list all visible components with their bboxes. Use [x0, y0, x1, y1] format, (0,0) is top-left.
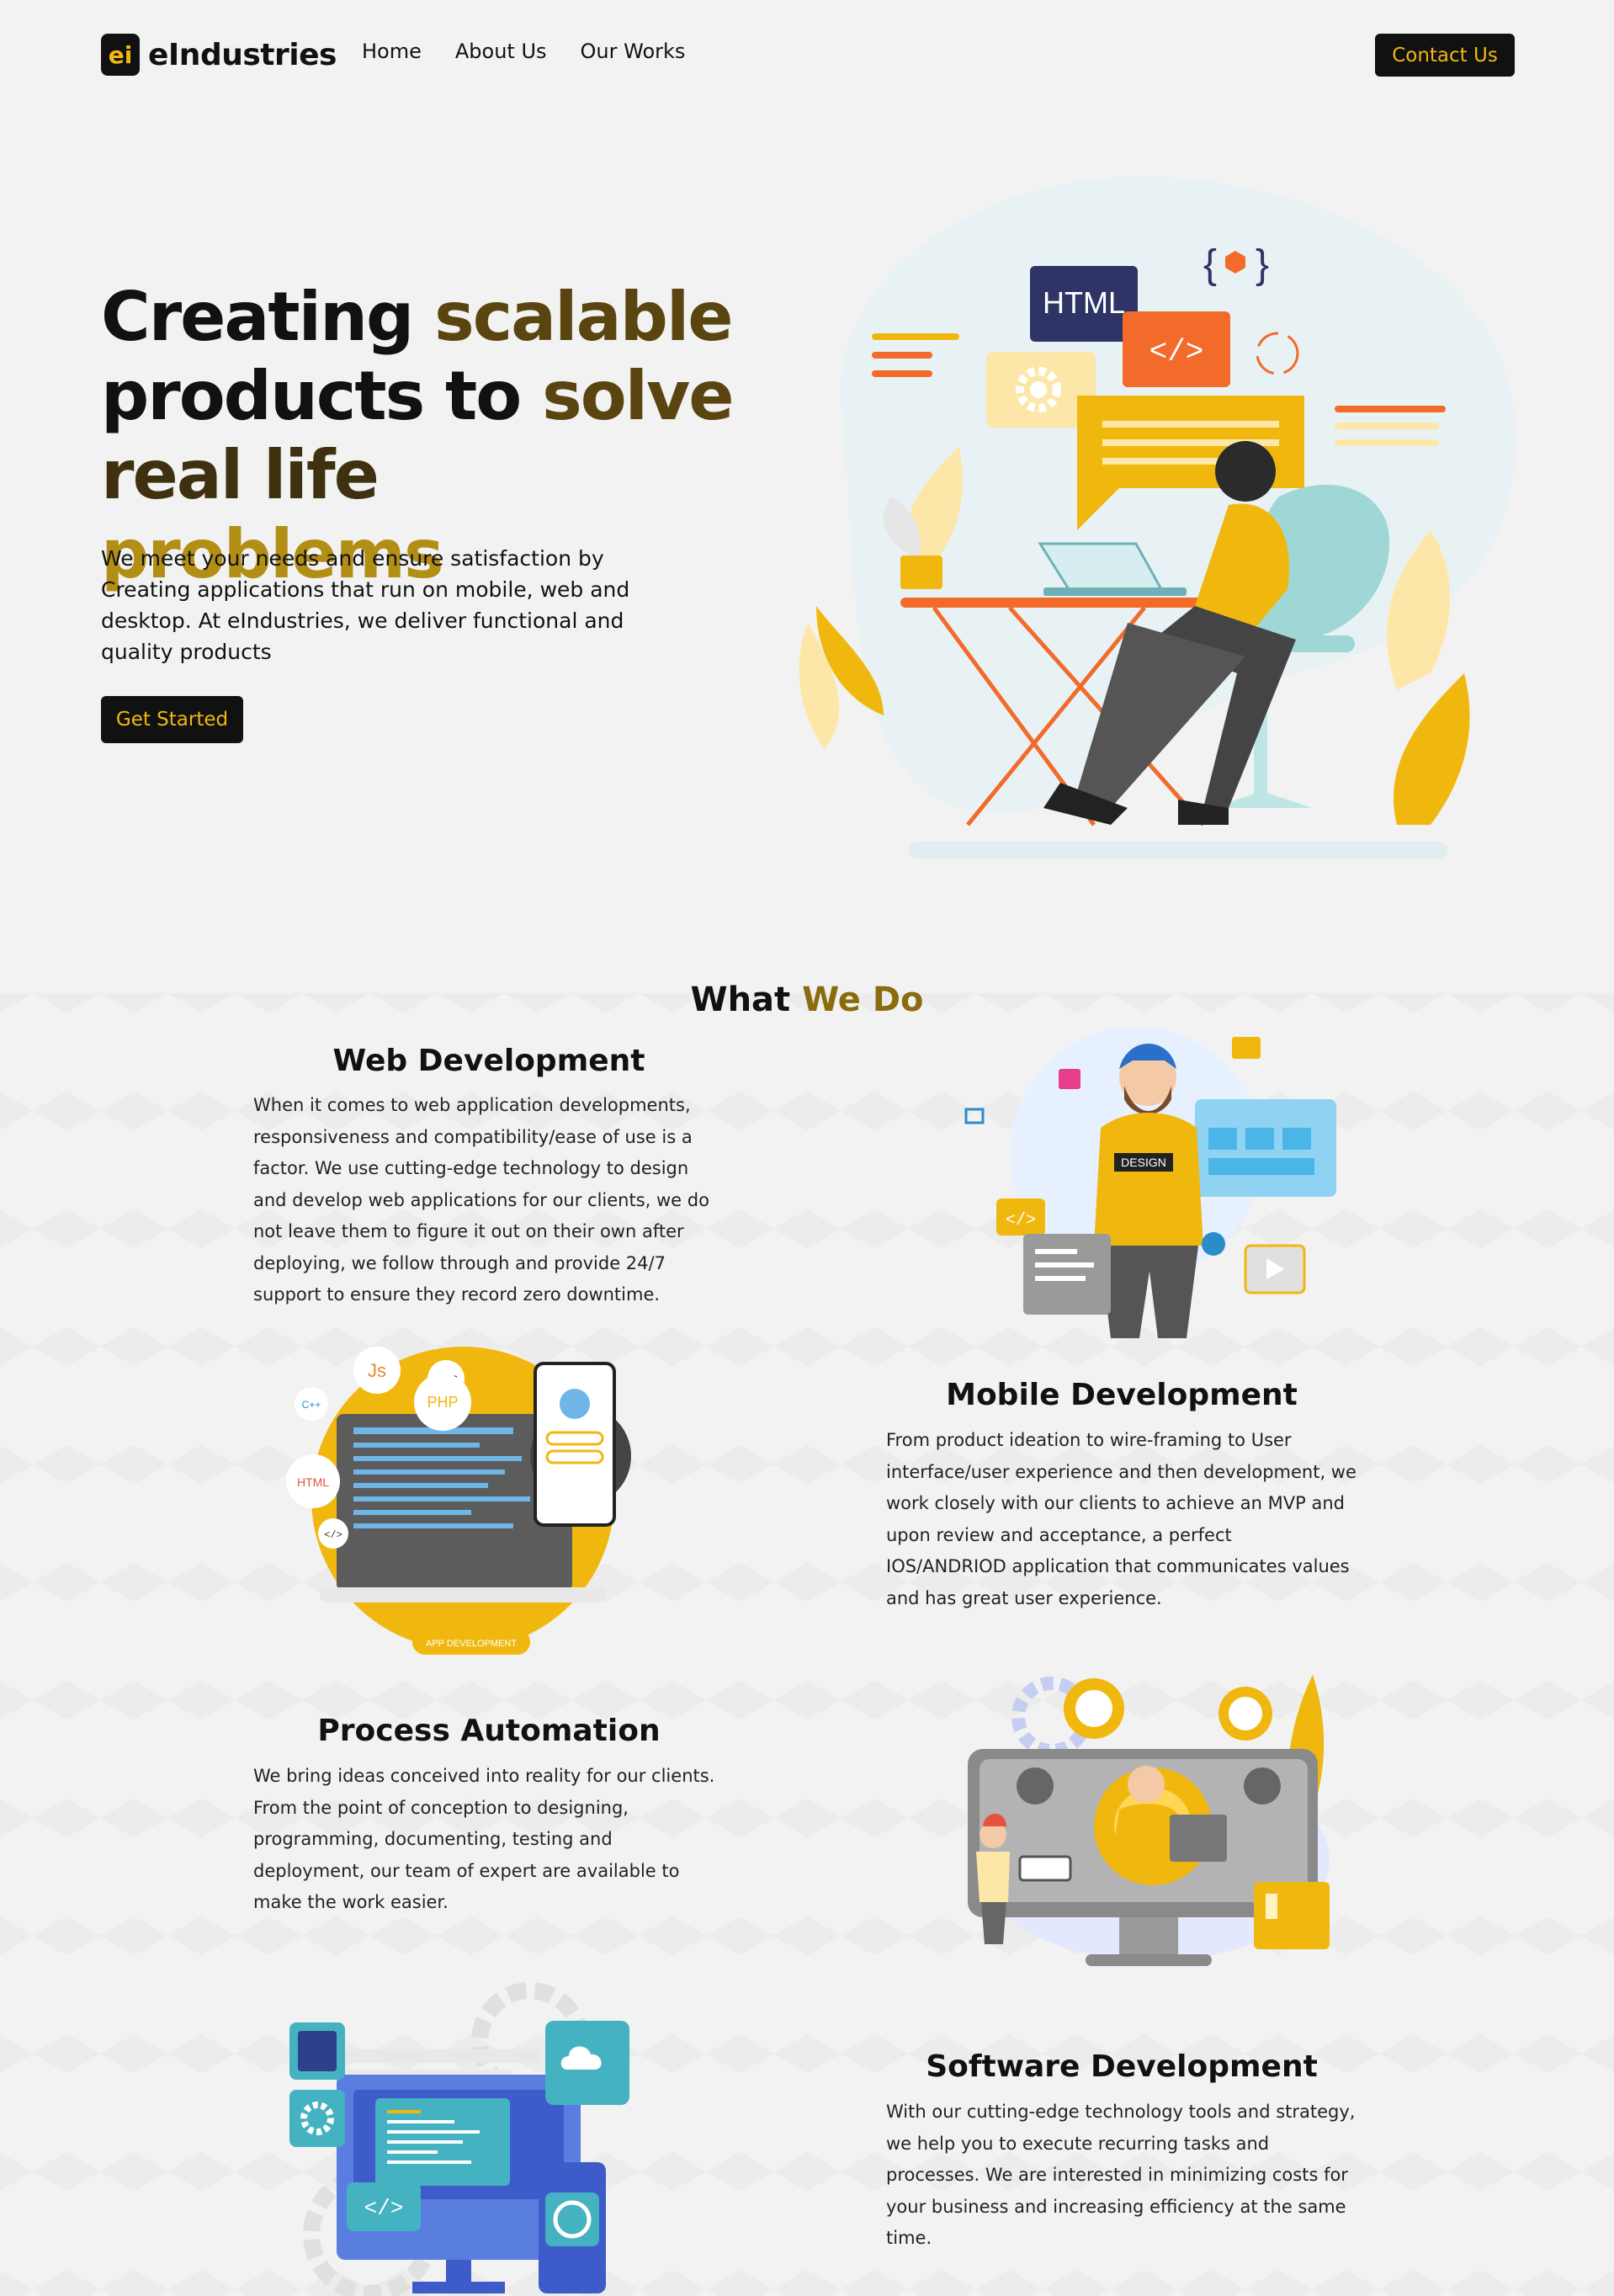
software-development-illustration: </>	[289, 1982, 629, 2296]
svg-text:</>: </>	[364, 2196, 404, 2221]
code-bubble-label: </>	[324, 1529, 342, 1541]
cpp-label: C++	[302, 1399, 321, 1411]
logo-mark-icon: ei	[101, 34, 140, 76]
svg-text:</>: </>	[1006, 1211, 1036, 1230]
mobile-development-illustration: Js CSS PHP C++ HTML </> APP DEVELOPMENT	[286, 1347, 631, 1655]
nav-home[interactable]: Home	[362, 40, 422, 63]
hero-title-part5: real life	[101, 436, 380, 514]
mobile-development-title: Mobile Development	[946, 1378, 1298, 1412]
services-title-highlight: We Do	[802, 981, 924, 1019]
js-label: Js	[368, 1360, 386, 1381]
background-pattern	[0, 993, 1614, 2296]
software-development-description: With our cutting-edge technology tools a…	[886, 2102, 1356, 2248]
get-started-button[interactable]: Get Started	[101, 696, 243, 743]
main-nav: Home About Us Our Works	[362, 40, 685, 63]
hero-title-part3: products to	[101, 357, 543, 435]
contact-us-button[interactable]: Contact Us	[1375, 34, 1515, 77]
html-bubble-label: HTML	[297, 1475, 329, 1489]
nav-our-works[interactable]: Our Works	[581, 40, 686, 63]
brand-logo[interactable]: ei eIndustries	[101, 34, 337, 76]
hero-title-part2: scalable	[434, 278, 733, 356]
services-title-prefix: What	[690, 981, 803, 1019]
php-label: PHP	[427, 1394, 458, 1411]
web-development-illustration: DESIGN </>	[964, 1027, 1336, 1338]
web-development-title: Web Development	[332, 1044, 645, 1078]
nav-about-us[interactable]: About Us	[455, 40, 547, 63]
hero-title-part4: solve	[542, 357, 734, 435]
software-development-title: Software Development	[926, 2049, 1318, 2084]
html-label: HTML	[1043, 285, 1125, 320]
process-automation-illustration	[968, 1675, 1330, 1966]
hero-developer-illustration: HTML </> { }	[799, 176, 1516, 858]
web-development-description: When it comes to web application develop…	[253, 1095, 709, 1305]
svg-text:{: {	[1203, 242, 1217, 287]
code-label: </>	[1149, 335, 1204, 369]
process-automation-title: Process Automation	[317, 1714, 661, 1748]
brand-name: eIndustries	[148, 37, 337, 72]
hero-description: We meet your needs and ensure satisfacti…	[101, 546, 630, 664]
mobile-development-description: From product ideation to wire-framing to…	[886, 1430, 1357, 1608]
process-automation-description: We bring ideas conceived into reality fo…	[253, 1766, 715, 1912]
svg-text:}: }	[1256, 242, 1269, 287]
hero-title-part1: Creating	[101, 278, 435, 356]
app-development-label: APP DEVELOPMENT	[426, 1639, 517, 1649]
design-label: DESIGN	[1121, 1156, 1166, 1169]
services-section-title: What We Do	[0, 981, 1614, 1019]
